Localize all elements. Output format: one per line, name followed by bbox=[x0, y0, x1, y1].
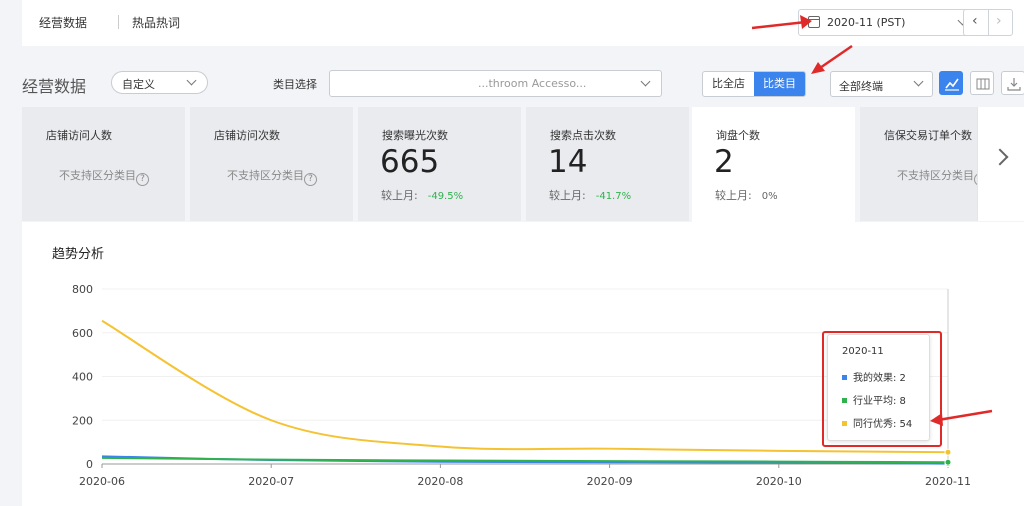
arrowhead-month bbox=[800, 15, 812, 29]
arrow-tooltip bbox=[937, 409, 993, 422]
annotation-arrows bbox=[751, 15, 993, 426]
arrow-compare bbox=[816, 44, 853, 72]
arrow-month bbox=[751, 20, 807, 30]
arrowhead-tooltip bbox=[930, 413, 943, 426]
arrowhead-compare bbox=[811, 62, 825, 74]
